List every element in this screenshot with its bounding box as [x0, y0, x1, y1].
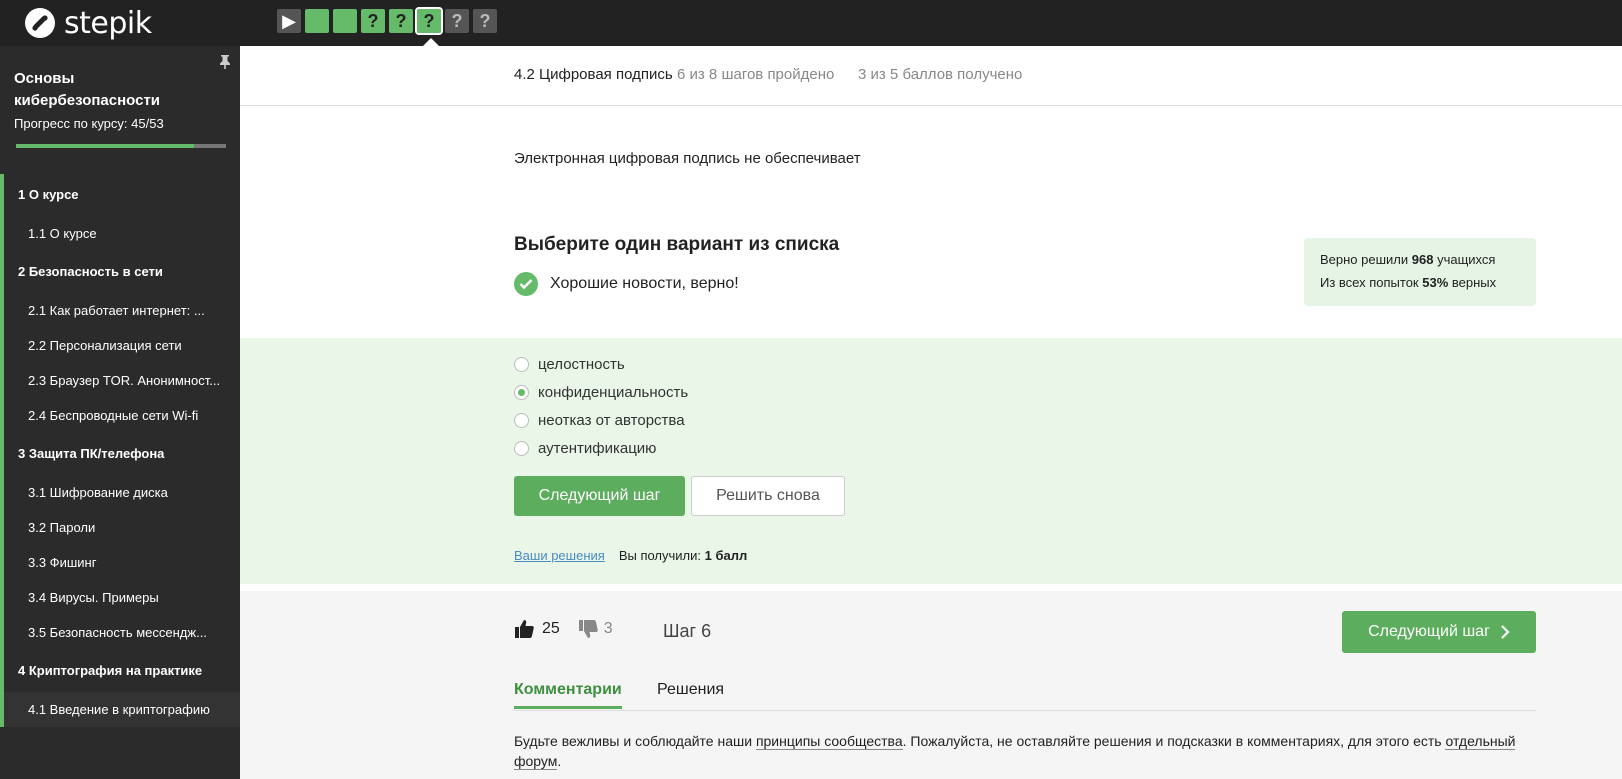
question-text: Электронная цифровая подпись не обеспечи…: [514, 150, 861, 167]
course-nav: 1 О курсе 1.1 О курсе 2 Безопасность в сет…: [0, 174, 240, 727]
answer-option[interactable]: конфиденциальность: [514, 378, 688, 406]
course-progress-fill: [16, 144, 195, 148]
sidebar-lesson[interactable]: 2.3 Браузер TOR. Анонимност...: [0, 363, 240, 398]
pin-icon[interactable]: [218, 54, 232, 70]
chevron-right-icon: [1501, 625, 1510, 639]
sidebar-section[interactable]: 1 О курсе: [0, 174, 240, 216]
rules-text-3: .: [557, 753, 562, 769]
top-bar: stepik ▶?????: [0, 0, 1622, 46]
votes: 25 3: [514, 619, 613, 639]
step-navigation: ▶?????: [277, 7, 497, 35]
community-rules: Будьте вежливы и соблюдайте наши принцип…: [514, 731, 1564, 771]
attempts-stat: Из всех попыток 53% верных: [1320, 271, 1536, 294]
quiz-instruction: Выберите один вариант из списка: [514, 234, 840, 255]
step-tile-7[interactable]: ?: [445, 9, 469, 33]
solved-suffix: учащихся: [1433, 252, 1496, 267]
likes-count: 25: [542, 620, 560, 637]
next-step-footer-label: Следующий шаг: [1368, 623, 1490, 640]
lesson-steps-passed: 6 из 8 шагов пройдено: [677, 66, 835, 83]
attempts-prefix: Из всех попыток: [1320, 275, 1423, 290]
solve-again-button[interactable]: Решить снова: [691, 476, 845, 516]
sidebar-lesson[interactable]: 2.1 Как работает интернет: ...: [0, 293, 240, 328]
step-tile-5[interactable]: ?: [389, 9, 413, 33]
attempts-percent: 53%: [1422, 275, 1449, 290]
sidebar-lesson[interactable]: 4.1 Введение в криптографию: [0, 692, 240, 727]
step-tile-3[interactable]: [333, 9, 357, 33]
tab-comments[interactable]: Комментарии: [514, 681, 622, 709]
stepik-logo-icon: [25, 8, 55, 38]
stepik-logo[interactable]: stepik: [24, 5, 152, 41]
answer-option-label: аутентификацию: [538, 439, 657, 457]
sidebar-lesson[interactable]: 1.1 О курсе: [0, 216, 240, 251]
next-step-button[interactable]: Следующий шаг: [514, 476, 685, 516]
solved-stat: Верно решили 968 учащихся: [1320, 248, 1536, 271]
solved-count: 968: [1411, 252, 1434, 267]
lesson-title: 4.2 Цифровая подпись: [514, 66, 673, 83]
solutions-row: Ваши решения Вы получили: 1 балл: [514, 548, 747, 563]
sidebar-section[interactable]: 3 Защита ПК/телефона: [0, 433, 240, 475]
lesson-points: 3 из 5 баллов получено: [858, 66, 1023, 83]
next-step-footer-button[interactable]: Следующий шаг: [1342, 611, 1536, 653]
radio-unchecked[interactable]: [514, 440, 529, 456]
step-tile-1[interactable]: ▶: [277, 9, 301, 33]
check-icon: [514, 272, 538, 296]
radio-unchecked[interactable]: [514, 412, 529, 428]
radio-checked[interactable]: [514, 384, 529, 400]
quiz-stats: Верно решили 968 учащихся Из всех попыто…: [1304, 238, 1536, 306]
step-number: Шаг 6: [663, 621, 712, 641]
discussion-tabs: Комментарии Решения: [514, 677, 1536, 711]
your-solutions-link[interactable]: Ваши решения: [514, 548, 605, 563]
sidebar-lesson[interactable]: 3.1 Шифрование диска: [0, 475, 240, 510]
step-tile-8[interactable]: ?: [473, 9, 497, 33]
rules-text-2: . Пожалуйста, не оставляйте решения и по…: [902, 733, 1446, 749]
answer-option[interactable]: неотказ от авторства: [514, 406, 688, 434]
score-value: 1 балл: [704, 548, 748, 563]
answer-option-label: целостность: [538, 355, 625, 373]
radio-unchecked[interactable]: [514, 356, 529, 372]
attempts-suffix: верных: [1448, 275, 1497, 290]
tab-solutions[interactable]: Решения: [657, 681, 724, 699]
community-principles-link[interactable]: принципы сообщества: [755, 733, 903, 750]
feedback-correct: Хорошие новости, верно!: [514, 272, 739, 296]
answer-area: целостность конфиденциальность неотказ от …: [240, 338, 1622, 584]
answer-option-label: неотказ от авторства: [538, 411, 685, 429]
logo-text: stepik: [64, 5, 152, 41]
sidebar-lesson[interactable]: 3.4 Вирусы. Примеры: [0, 580, 240, 615]
answer-option[interactable]: целостность: [514, 350, 688, 378]
sidebar-section[interactable]: 4 Криптография на практике: [0, 650, 240, 692]
step-tile-6[interactable]: ?: [415, 7, 443, 35]
sidebar-section[interactable]: 2 Безопасность в сети: [0, 251, 240, 293]
score-text: Вы получили: 1 балл: [619, 548, 747, 563]
course-title[interactable]: Основы кибербезопасности: [14, 68, 194, 112]
sidebar-lesson[interactable]: 2.4 Беспроводные сети Wi-fi: [0, 398, 240, 433]
current-step-caret: [423, 38, 439, 46]
sidebar-lesson[interactable]: 3.3 Фишинг: [0, 545, 240, 580]
step-content: 4.2 Цифровая подпись 6 из 8 шагов пройде…: [240, 46, 1622, 779]
rules-text-1: Будьте вежливы и соблюдайте наши: [514, 733, 756, 749]
thumbs-up-icon[interactable]: [514, 619, 534, 639]
sidebar-lesson[interactable]: 3.5 Безопасность мессендж...: [0, 615, 240, 650]
sidebar-lesson[interactable]: 2.2 Персонализация сети: [0, 328, 240, 363]
step-tile-2[interactable]: [305, 9, 329, 33]
step-footer: 25 3 Шаг 6 Следующий шаг Комментарии Реш…: [240, 591, 1622, 779]
score-prefix: Вы получили:: [618, 548, 705, 563]
step-tile-4[interactable]: ?: [361, 9, 385, 33]
lesson-header: 4.2 Цифровая подпись 6 из 8 шагов пройде…: [240, 46, 1622, 106]
course-sidebar: Основы кибербезопасности Прогресс по кур…: [0, 46, 240, 779]
thumbs-down-icon[interactable]: [578, 619, 598, 639]
course-header: Основы кибербезопасности Прогресс по кур…: [0, 46, 240, 174]
sidebar-lesson[interactable]: 3.2 Пароли: [0, 510, 240, 545]
course-progress-bar: [16, 144, 226, 148]
course-progress-label: Прогресс по курсу: 45/53: [14, 116, 164, 131]
answer-options: целостность конфиденциальность неотказ от …: [514, 350, 688, 462]
feedback-text: Хорошие новости, верно!: [550, 275, 739, 292]
answer-option[interactable]: аутентификацию: [514, 434, 688, 462]
dislikes-count: 3: [603, 620, 613, 637]
solved-prefix: Верно решили: [1320, 252, 1412, 267]
answer-option-label: конфиденциальность: [538, 383, 689, 401]
